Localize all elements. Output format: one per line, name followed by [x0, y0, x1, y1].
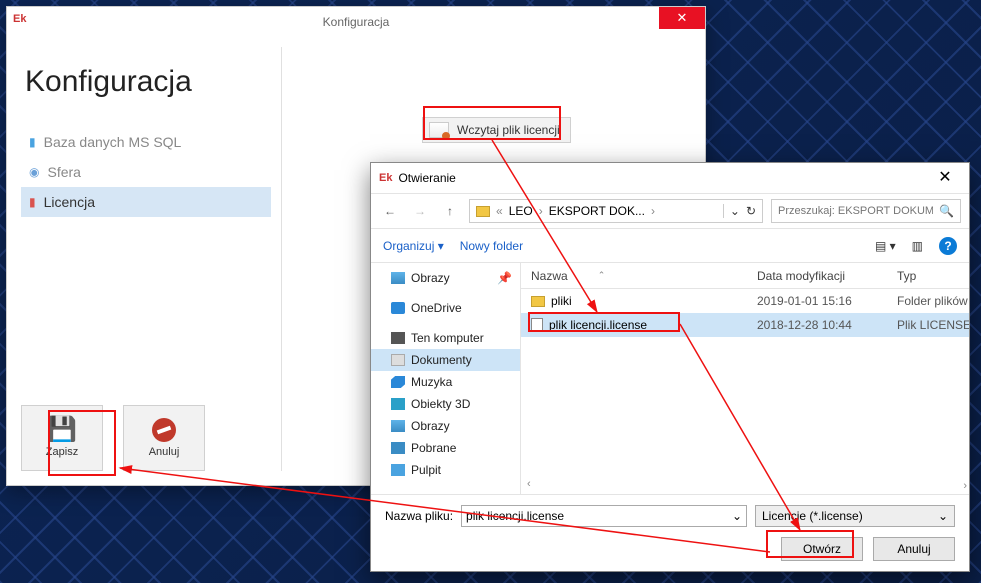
nav-label: Licencja — [44, 194, 95, 210]
file-row-license[interactable]: plik licencji.license 2018-12-28 10:44 P… — [521, 313, 969, 337]
back-button[interactable]: ← — [379, 204, 401, 218]
file-date: 2019-01-01 15:16 — [757, 294, 897, 308]
load-license-label: Wczytaj plik licencji — [457, 123, 560, 137]
save-button[interactable]: 💾 Zapisz — [21, 405, 103, 471]
computer-icon — [391, 332, 405, 344]
downloads-icon — [391, 442, 405, 454]
search-icon: 🔍 — [939, 204, 954, 218]
nav-item-sfera[interactable]: ◉ Sfera — [21, 157, 271, 187]
documents-icon — [391, 354, 405, 366]
tree-item-desktop[interactable]: Pulpit — [371, 459, 520, 481]
folder-icon — [531, 296, 545, 307]
refresh-button[interactable]: ↻ — [746, 204, 756, 218]
pin-icon: 📌 — [497, 271, 512, 285]
config-title: Konfiguracja — [323, 15, 390, 29]
filetype-filter[interactable]: Licencje (*.license) ⌄ — [755, 505, 955, 527]
tree-item-this-pc[interactable]: Ten komputer — [371, 327, 520, 349]
app-icon: Ek — [379, 172, 392, 184]
close-button[interactable]: ✕ — [925, 165, 965, 189]
file-dialog-title: Otwieranie — [398, 171, 455, 185]
cancel-icon — [152, 418, 176, 442]
up-button[interactable]: ↑ — [439, 204, 461, 218]
preview-pane-button[interactable]: ▥ — [912, 239, 923, 253]
tree-item-pictures-quick[interactable]: Obrazy📌 — [371, 267, 520, 289]
dialog-cancel-button[interactable]: Anuluj — [873, 537, 955, 561]
nav-label: Sfera — [47, 164, 80, 180]
app-icon: Ek — [13, 13, 26, 25]
tree-item-onedrive[interactable]: OneDrive — [371, 297, 520, 319]
globe-icon: ◉ — [29, 165, 39, 179]
breadcrumb[interactable]: « LEO › EKSPORT DOK... › ⌄↻ — [469, 199, 763, 223]
tree-item-downloads[interactable]: Pobrane — [371, 437, 520, 459]
pictures-icon — [391, 420, 405, 432]
sort-indicator-icon: ⌃ — [598, 270, 606, 281]
search-input[interactable] — [778, 205, 933, 217]
file-dialog-footer: Nazwa pliku: plik licencji.license ⌄ Lic… — [371, 494, 969, 571]
filter-value: Licencje (*.license) — [762, 509, 863, 523]
close-button[interactable]: ✕ — [659, 7, 705, 29]
open-button[interactable]: Otwórz — [781, 537, 863, 561]
file-dialog-navbar: ← → ↑ « LEO › EKSPORT DOK... › ⌄↻ 🔍 — [371, 193, 969, 229]
file-type: Folder plików — [897, 294, 969, 308]
file-icon — [531, 318, 543, 332]
save-icon: 💾 — [47, 418, 77, 442]
scroll-left-icon[interactable]: ‹ — [527, 478, 531, 490]
file-name: pliki — [551, 294, 572, 308]
column-type[interactable]: Typ — [897, 269, 969, 283]
nav-label: Baza danych MS SQL — [44, 134, 182, 150]
pictures-icon — [391, 272, 405, 284]
chevron-down-icon: ⌄ — [732, 509, 742, 523]
file-open-dialog: Ek Otwieranie ✕ ← → ↑ « LEO › EKSPORT DO… — [370, 162, 970, 572]
breadcrumb-segment[interactable]: EKSPORT DOK... — [549, 204, 645, 218]
search-field[interactable]: 🔍 — [771, 199, 961, 223]
desktop-icon — [391, 464, 405, 476]
file-row-folder[interactable]: pliki 2019-01-01 15:16 Folder plików — [521, 289, 969, 313]
certificate-icon — [429, 122, 449, 138]
nav-item-database[interactable]: ▮ Baza danych MS SQL — [21, 127, 271, 157]
file-dialog-titlebar: Ek Otwieranie ✕ — [371, 163, 969, 193]
file-type: Plik LICENSE — [897, 318, 969, 332]
folder-tree: Obrazy📌 OneDrive Ten komputer Dokumenty … — [371, 263, 521, 494]
organize-menu[interactable]: Organizuj ▾ — [383, 239, 444, 253]
load-license-button[interactable]: Wczytaj plik licencji — [422, 117, 571, 143]
tree-item-3d-objects[interactable]: Obiekty 3D — [371, 393, 520, 415]
save-label: Zapisz — [46, 446, 78, 458]
objects-3d-icon — [391, 398, 405, 410]
database-icon: ▮ — [29, 135, 36, 149]
file-name: plik licencji.license — [549, 318, 647, 332]
filename-value: plik licencji.license — [466, 509, 564, 523]
tree-item-documents[interactable]: Dokumenty — [371, 349, 520, 371]
cancel-button[interactable]: Anuluj — [123, 405, 205, 471]
chevron-down-icon: ⌄ — [938, 509, 948, 523]
cancel-label: Anuluj — [149, 446, 180, 458]
music-icon — [391, 376, 405, 388]
help-button[interactable]: ? — [939, 237, 957, 255]
tree-item-pictures[interactable]: Obrazy — [371, 415, 520, 437]
file-list: Nazwa⌃ Data modyfikacji Typ pliki 2019-0… — [521, 263, 969, 494]
path-dropdown[interactable]: ⌄ — [723, 204, 740, 218]
onedrive-icon — [391, 302, 405, 314]
config-titlebar: Ek Konfiguracja ✕ — [7, 7, 705, 37]
license-icon: ▮ — [29, 195, 36, 209]
tree-item-music[interactable]: Muzyka — [371, 371, 520, 393]
filename-label: Nazwa pliku: — [385, 509, 453, 523]
breadcrumb-segment[interactable]: LEO — [509, 204, 533, 218]
forward-button[interactable]: → — [409, 204, 431, 218]
scroll-right-icon[interactable]: › — [963, 480, 967, 492]
new-folder-button[interactable]: Nowy folder — [460, 239, 523, 253]
file-dialog-toolbar: Organizuj ▾ Nowy folder ▤ ▾ ▥ ? — [371, 229, 969, 263]
config-heading: Konfiguracja — [25, 65, 271, 99]
column-name[interactable]: Nazwa⌃ — [521, 269, 757, 283]
filename-combo[interactable]: plik licencji.license ⌄ — [461, 505, 747, 527]
column-date[interactable]: Data modyfikacji — [757, 269, 897, 283]
file-date: 2018-12-28 10:44 — [757, 318, 897, 332]
nav-item-license[interactable]: ▮ Licencja — [21, 187, 271, 217]
folder-icon — [476, 206, 490, 217]
column-headers: Nazwa⌃ Data modyfikacji Typ — [521, 263, 969, 289]
view-mode-button[interactable]: ▤ ▾ — [875, 239, 896, 253]
